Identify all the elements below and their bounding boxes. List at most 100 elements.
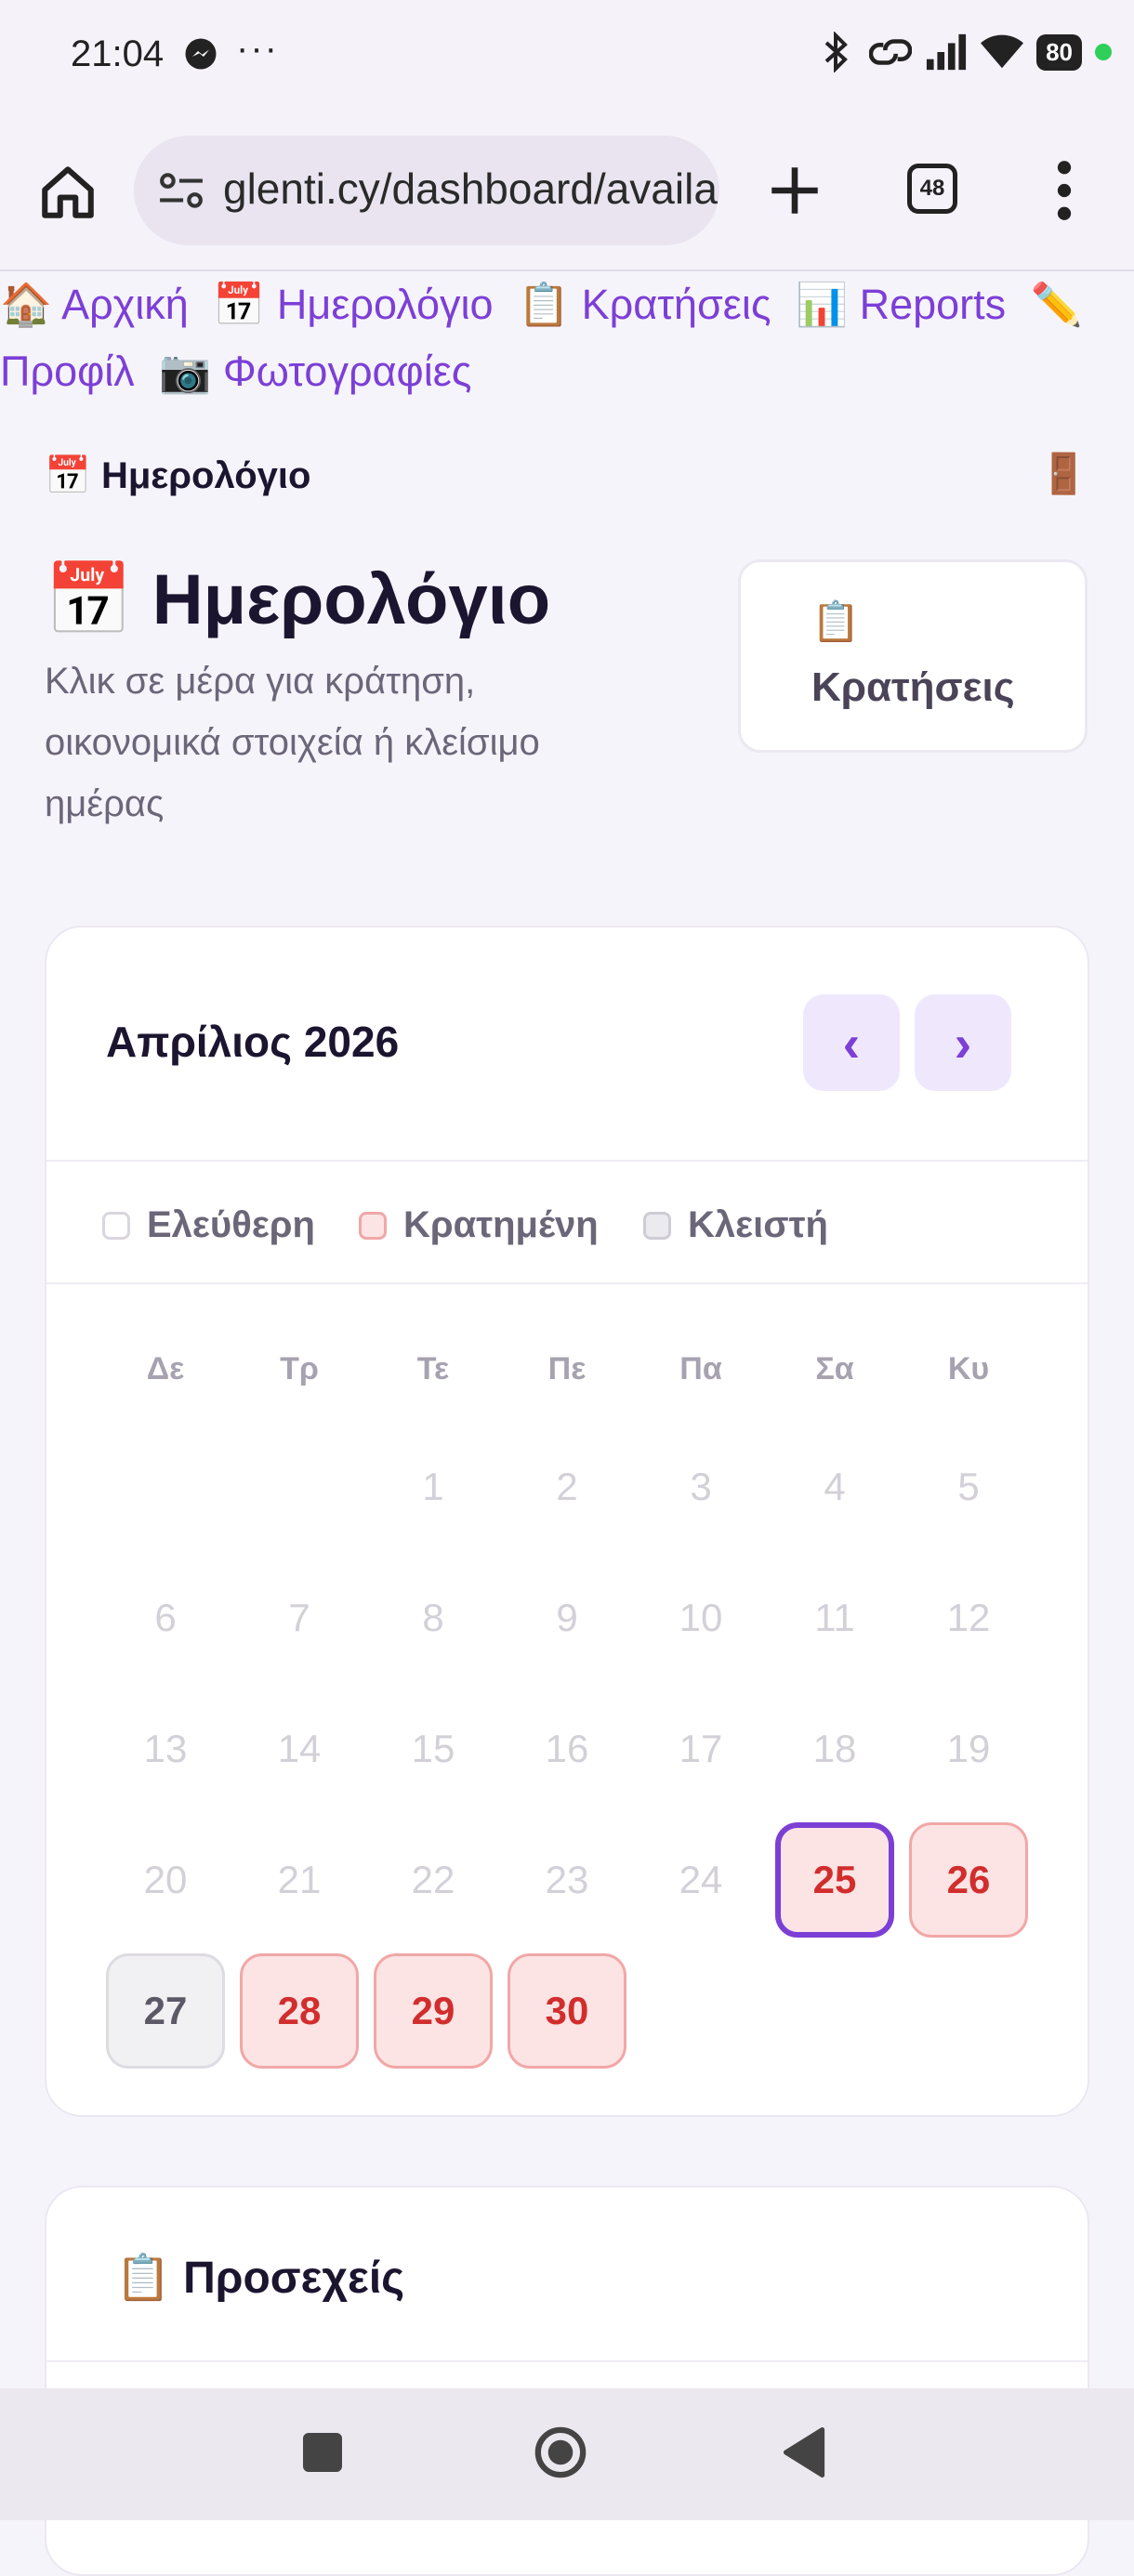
- recents-icon[interactable]: [303, 2433, 342, 2472]
- calendar-day[interactable]: 6: [106, 1560, 225, 1676]
- weekday-header: Τε: [416, 1351, 450, 1387]
- nav-link-icon: 🏠: [0, 281, 53, 328]
- status-bar: 21:04 ··· 80: [0, 0, 1134, 112]
- calendar-day[interactable]: 30: [508, 1953, 626, 2069]
- bluetooth-icon: [824, 32, 848, 72]
- breadcrumb-label: Ημερολόγιο: [100, 455, 311, 496]
- nav-link-icon: 📷: [159, 348, 212, 395]
- nav-link-0[interactable]: 🏠 Αρχική: [0, 281, 189, 328]
- calendar-day[interactable]: 21: [240, 1822, 359, 1938]
- calendar-day[interactable]: 3: [641, 1429, 760, 1544]
- calendar-day[interactable]: 25: [775, 1822, 894, 1938]
- status-icons: 80: [819, 32, 1112, 72]
- site-nav: 🏠 Αρχική 📅 Ημερολόγιο 📋 Κρατήσεις 📊 Repo…: [0, 271, 1125, 405]
- calendar-day[interactable]: 9: [508, 1560, 626, 1676]
- calendar-day[interactable]: 8: [374, 1560, 493, 1676]
- calendar-day[interactable]: 17: [641, 1691, 760, 1807]
- calendar-day[interactable]: 5: [909, 1429, 1028, 1544]
- calendar-day[interactable]: 29: [374, 1953, 493, 2069]
- page-title-text: Ημερολόγιο: [152, 560, 551, 639]
- url-bar[interactable]: glenti.cy/dashboard/availability: [134, 136, 719, 245]
- weekday-header: Σα: [815, 1351, 854, 1387]
- page-title: 📅 Ημερολόγιο: [45, 558, 550, 641]
- legend-item-2: Κλειστή: [643, 1204, 828, 1246]
- nav-link-label: Κρατήσεις: [581, 281, 771, 328]
- privacy-dot-icon: [1095, 44, 1112, 60]
- calendar-day[interactable]: 14: [240, 1691, 359, 1807]
- calendar-day[interactable]: 18: [775, 1691, 894, 1807]
- calendar-legend: Ελεύθερη Κρατημένη Κλειστή: [46, 1162, 1088, 1284]
- page-subtitle: Κλικ σε μέρα για κράτηση, οικονομικά στο…: [45, 661, 540, 824]
- next-month-button[interactable]: ›: [915, 994, 1011, 1091]
- calendar-day[interactable]: 22: [374, 1822, 493, 1938]
- calendar-day[interactable]: 27: [106, 1953, 225, 2069]
- site-settings-icon[interactable]: [158, 169, 204, 212]
- calendar-day[interactable]: 7: [240, 1560, 359, 1676]
- more-menu-icon[interactable]: [1050, 160, 1078, 221]
- legend-item-1: Κρατημένη: [359, 1204, 599, 1246]
- calendar-day[interactable]: 19: [909, 1691, 1028, 1807]
- link-icon: [869, 39, 913, 65]
- nav-link-label: Φωτογραφίες: [222, 348, 472, 395]
- calendar-day[interactable]: 11: [775, 1560, 894, 1676]
- nav-link-label: Ημερολόγιο: [276, 281, 494, 328]
- new-tab-icon[interactable]: [764, 160, 825, 221]
- calendar-day[interactable]: 24: [641, 1822, 760, 1938]
- android-nav-bar: [0, 2388, 1134, 2520]
- clipboard-icon: 📋: [811, 599, 861, 643]
- nav-link-label: Αρχική: [61, 281, 189, 328]
- wifi-icon: [981, 34, 1024, 69]
- home-icon[interactable]: [37, 162, 99, 223]
- nav-link-icon: 📋: [518, 281, 571, 328]
- calendar-day[interactable]: 10: [641, 1560, 760, 1676]
- logout-door-icon[interactable]: 🚪: [1039, 452, 1088, 497]
- url-text[interactable]: glenti.cy/dashboard/availability: [223, 164, 719, 214]
- legend-swatch: [643, 1211, 671, 1240]
- nav-link-1[interactable]: 📅 Ημερολόγιο: [213, 281, 493, 328]
- android-home-icon[interactable]: [534, 2425, 587, 2479]
- legend-label: Κρατημένη: [403, 1204, 599, 1245]
- legend-swatch: [102, 1211, 130, 1240]
- calendar-day[interactable]: 28: [240, 1953, 359, 2069]
- nav-link-label: Προφίλ: [0, 348, 135, 395]
- bookings-button-label: Κρατήσεις: [811, 664, 1015, 710]
- legend-label: Ελεύθερη: [147, 1204, 315, 1245]
- calendar-card: Απρίλιος 2026 ‹ › Ελεύθερη Κρατημένη Κλεισ…: [45, 926, 1089, 2117]
- messenger-icon: [185, 38, 217, 70]
- prev-month-button[interactable]: ‹: [803, 994, 900, 1091]
- breadcrumb: 📅 Ημερολόγιο: [45, 453, 310, 497]
- calendar-day[interactable]: 23: [508, 1822, 626, 1938]
- tab-switcher-button[interactable]: 48: [907, 164, 957, 214]
- nav-link-icon: ✏️: [1030, 281, 1083, 328]
- weekday-header: Τρ: [280, 1351, 319, 1387]
- calendar-day[interactable]: 4: [775, 1429, 894, 1544]
- nav-link-5[interactable]: 📷 Φωτογραφίες: [159, 348, 471, 395]
- legend-swatch: [359, 1211, 387, 1240]
- calendar-day[interactable]: 13: [106, 1691, 225, 1807]
- calendar-icon: 📅: [45, 560, 133, 639]
- calendar-header: Απρίλιος 2026 ‹ ›: [46, 927, 1088, 1162]
- signal-icon: [926, 33, 967, 71]
- calendar-day[interactable]: 2: [508, 1429, 626, 1544]
- nav-link-3[interactable]: 📊 Reports: [796, 281, 1006, 328]
- browser-toolbar: glenti.cy/dashboard/availability 48: [0, 112, 1134, 271]
- calendar-day[interactable]: 26: [909, 1822, 1028, 1938]
- calendar-day[interactable]: 1: [374, 1429, 493, 1544]
- calendar-day[interactable]: 12: [909, 1560, 1028, 1676]
- nav-link-icon: 📅: [213, 281, 266, 328]
- calendar-day[interactable]: 20: [106, 1822, 225, 1938]
- calendar-day[interactable]: 15: [374, 1691, 493, 1807]
- nav-link-2[interactable]: 📋 Κρατήσεις: [518, 281, 771, 328]
- battery-icon: 80: [1036, 33, 1082, 71]
- calendar-icon: 📅: [45, 455, 91, 496]
- calendar-day[interactable]: 16: [508, 1691, 626, 1807]
- bookings-button[interactable]: 📋 Κρατήσεις: [738, 559, 1088, 753]
- status-more-icon: ···: [236, 28, 279, 69]
- back-icon[interactable]: [781, 2427, 827, 2477]
- weekday-header: Κυ: [947, 1351, 990, 1387]
- weekday-header: Πε: [547, 1351, 587, 1387]
- weekday-header: Δε: [146, 1351, 185, 1387]
- status-time: 21:04: [71, 33, 165, 74]
- legend-label: Κλειστή: [688, 1204, 828, 1245]
- weekday-header: Πα: [679, 1351, 722, 1387]
